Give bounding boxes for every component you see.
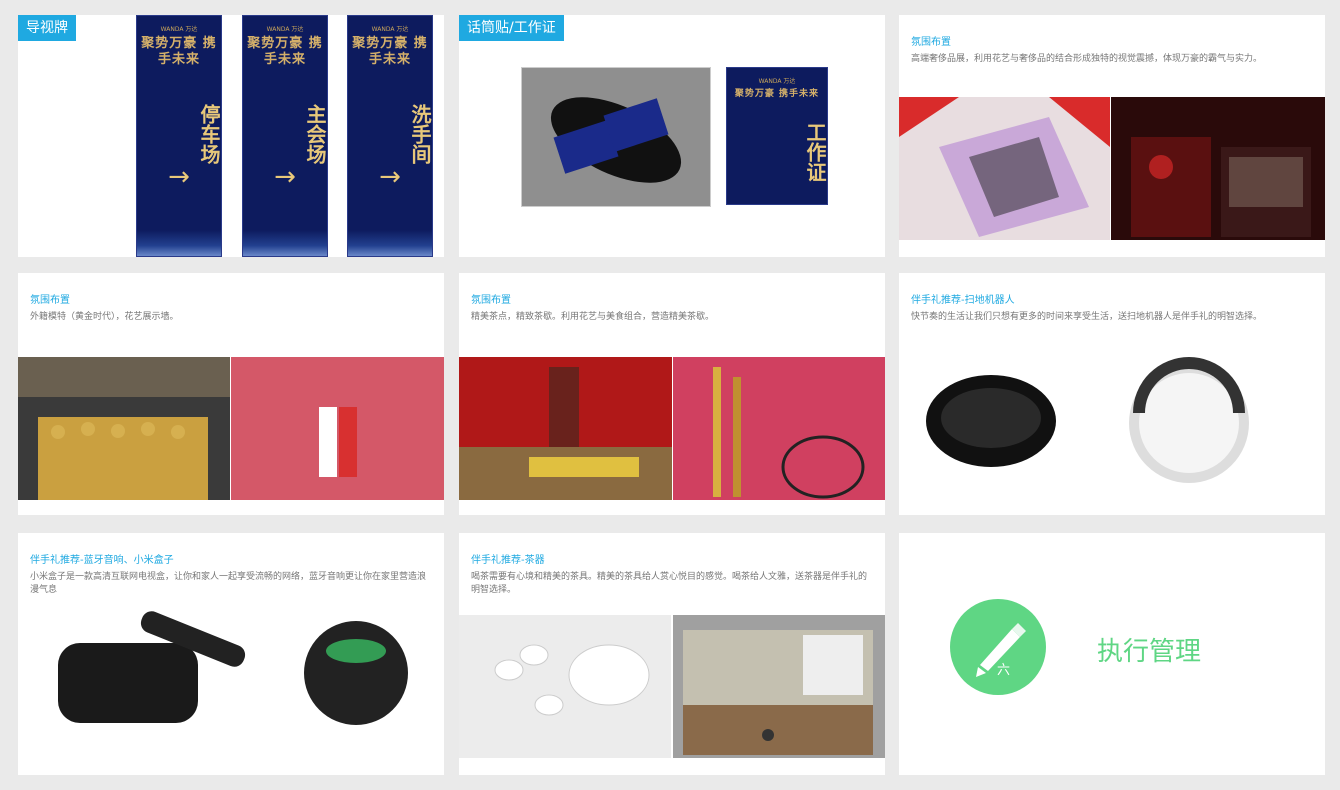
card-title: 伴手礼推荐-茶器 [471, 555, 545, 566]
arrow-right-icon: → [168, 162, 190, 192]
card-title: 氛围布置 [911, 37, 951, 48]
city-skyline [243, 230, 327, 256]
banner-slogan: 聚势万豪 携手未来 [141, 36, 217, 67]
section-number: 六 [997, 663, 1011, 678]
city-skyline [348, 230, 432, 256]
models-photo [18, 357, 230, 500]
robot-white-photo [1119, 353, 1259, 498]
badge-tag: 话筒贴/工作证 [459, 15, 564, 41]
card-text: 小米盒子是一款高清互联网电视盒，让你和家人一起享受流畅的网络，蓝牙音响更让你在家… [30, 572, 427, 595]
gift-card-teaware: 伴手礼推荐-茶器 喝茶需要有心境和精美的茶具。精美的茶具给人赏心悦目的感觉。喝茶… [459, 533, 885, 775]
tea-snacks-photo [459, 357, 672, 500]
banner-slogan: 聚势万豪 携手未来 [352, 36, 428, 67]
luxury-scarf-photo [899, 97, 1110, 240]
card-text: 高端奢侈品展，利用花艺与奢侈品的结合形成独特的视觉震撼，体现万豪的霸气与实力。 [911, 54, 1263, 64]
banner-place-text: 主会场 [303, 104, 327, 164]
banner-restroom: WANDA 万达 聚势万豪 携手未来 洗手间 → [347, 15, 433, 257]
banner-slogan: 聚势万豪 携手未来 [247, 36, 323, 67]
robot-black-photo [911, 363, 1071, 483]
banner-main-hall: WANDA 万达 聚势万豪 携手未来 主会场 → [242, 15, 328, 257]
banner-logo: WANDA 万达 [266, 26, 304, 33]
card-title: 伴手礼推荐-扫地机器人 [911, 295, 1015, 306]
atmosphere-card-luxury: 氛围布置 高端奢侈品展，利用花艺与奢侈品的结合形成独特的视觉震撼，体现万豪的霸气… [899, 15, 1325, 257]
card-text: 外籍模特（黄金时代），花艺展示墙。 [30, 312, 179, 322]
atmosphere-card-models: 氛围布置 外籍模特（黄金时代），花艺展示墙。 [18, 273, 444, 515]
bluetooth-speaker-photo [278, 603, 428, 733]
card-text: 喝茶需要有心境和精美的茶具。精美的茶具给人赏心悦目的感觉。喝茶给人文雅，送茶器是… [471, 572, 868, 595]
work-badge: WANDA 万达 聚势万豪 携手未来 工作证 [726, 67, 828, 205]
banner-place-text: 停车场 [197, 104, 221, 164]
card-title: 氛围布置 [471, 295, 511, 306]
card-title: 氛围布置 [30, 295, 70, 306]
execution-card: 六 执行管理 [899, 533, 1325, 775]
badge-logo: WANDA 万达 [758, 78, 796, 85]
mi-box-photo [38, 608, 258, 738]
brush-icon: 六 [950, 599, 1046, 695]
execution-label: 执行管理 [1097, 637, 1202, 667]
badge-card: 话筒贴/工作证 WANDA 万达 聚势万豪 携手未来 工作证 [459, 15, 885, 257]
city-skyline [137, 230, 221, 256]
arrow-right-icon: → [274, 162, 296, 192]
signage-tag: 导视牌 [18, 15, 76, 41]
card-title: 伴手礼推荐-蓝牙音响、小米盒子 [30, 555, 174, 566]
birdcage-photo [673, 357, 885, 500]
gift-card-robot: 伴手礼推荐-扫地机器人 快节奏的生活让我们只想有更多的时间来享受生活，送扫地机器… [899, 273, 1325, 515]
gift-card-speaker-box: 伴手礼推荐-蓝牙音响、小米盒子 小米盒子是一款高清互联网电视盒，让你和家人一起享… [18, 533, 444, 775]
tea-box-photo [673, 615, 885, 758]
banner-parking: WANDA 万达 聚势万豪 携手未来 停车场 → [136, 15, 222, 257]
teaset-photo [459, 615, 671, 758]
banner-place-text: 洗手间 [408, 104, 432, 164]
slide-grid: 导视牌 WANDA 万达 聚势万豪 携手未来 停车场 → WANDA 万达 聚势… [0, 0, 1340, 790]
badge-word-text: 工作证 [803, 122, 827, 182]
card-text: 精美茶点，精致茶歇。利用花艺与美食组合，营造精美茶歇。 [471, 312, 715, 322]
banner-logo: WANDA 万达 [160, 26, 198, 33]
banner-logo: WANDA 万达 [371, 26, 409, 33]
arrow-right-icon: → [379, 162, 401, 192]
badge-slogan: 聚势万豪 携手未来 [734, 89, 820, 99]
badge-word: 工作证 [727, 116, 827, 188]
flower-wall-photo [231, 357, 444, 500]
atmosphere-card-tea: 氛围布置 精美茶点，精致茶歇。利用花艺与美食组合，营造精美茶歇。 [459, 273, 885, 515]
signage-card: 导视牌 WANDA 万达 聚势万豪 携手未来 停车场 → WANDA 万达 聚势… [18, 15, 444, 257]
luxury-display-photo [1111, 97, 1325, 240]
mic-sticker-photo [521, 67, 711, 207]
card-text: 快节奏的生活让我们只想有更多的时间来享受生活，送扫地机器人是伴手礼的明智选择。 [911, 312, 1263, 322]
